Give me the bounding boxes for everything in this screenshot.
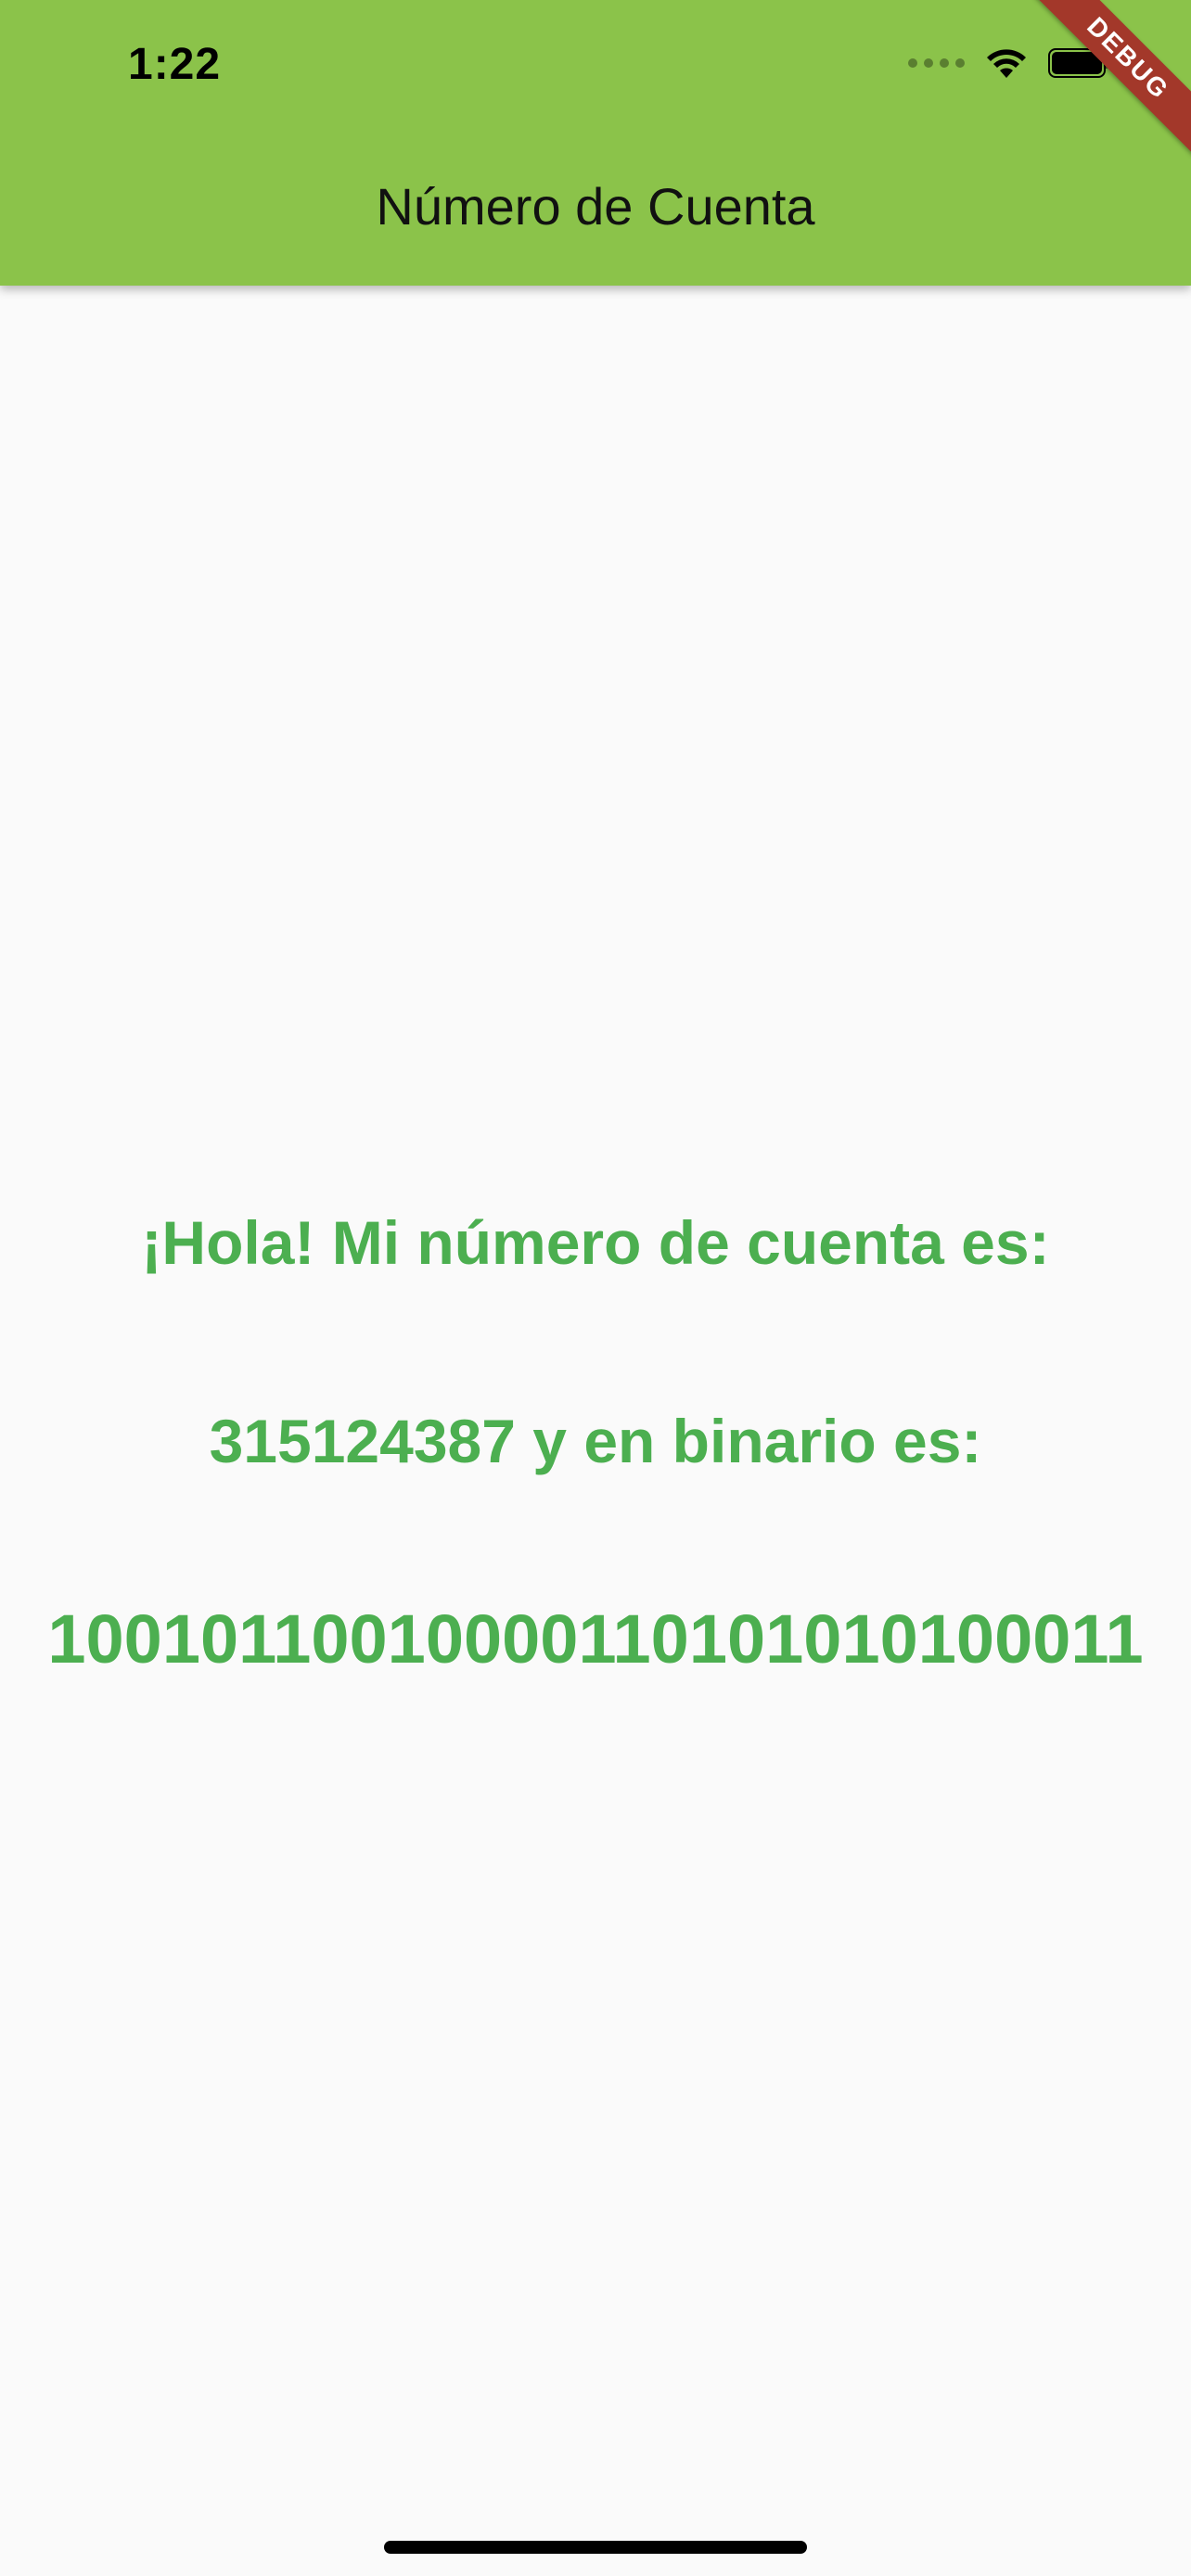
home-indicator[interactable] [384,2541,807,2554]
debug-banner-label: DEBUG [1024,0,1191,167]
binary-number-text: 10010110010000110101010100011 [47,1600,1144,1677]
cellular-signal-icon [908,58,965,68]
page-title: Número de Cuenta [376,177,815,236]
debug-banner: DEBUG [1024,0,1191,167]
account-number-text: 315124387 y en binario es: [209,1407,982,1475]
wifi-icon [987,49,1026,78]
status-time: 1:22 [128,40,222,89]
account-info: ¡Hola! Mi número de cuenta es: 315124387… [0,1205,1191,1677]
greeting-text: ¡Hola! Mi número de cuenta es: [141,1208,1050,1277]
app-bar: 1:22 Número de Cuenta [0,0,1191,286]
